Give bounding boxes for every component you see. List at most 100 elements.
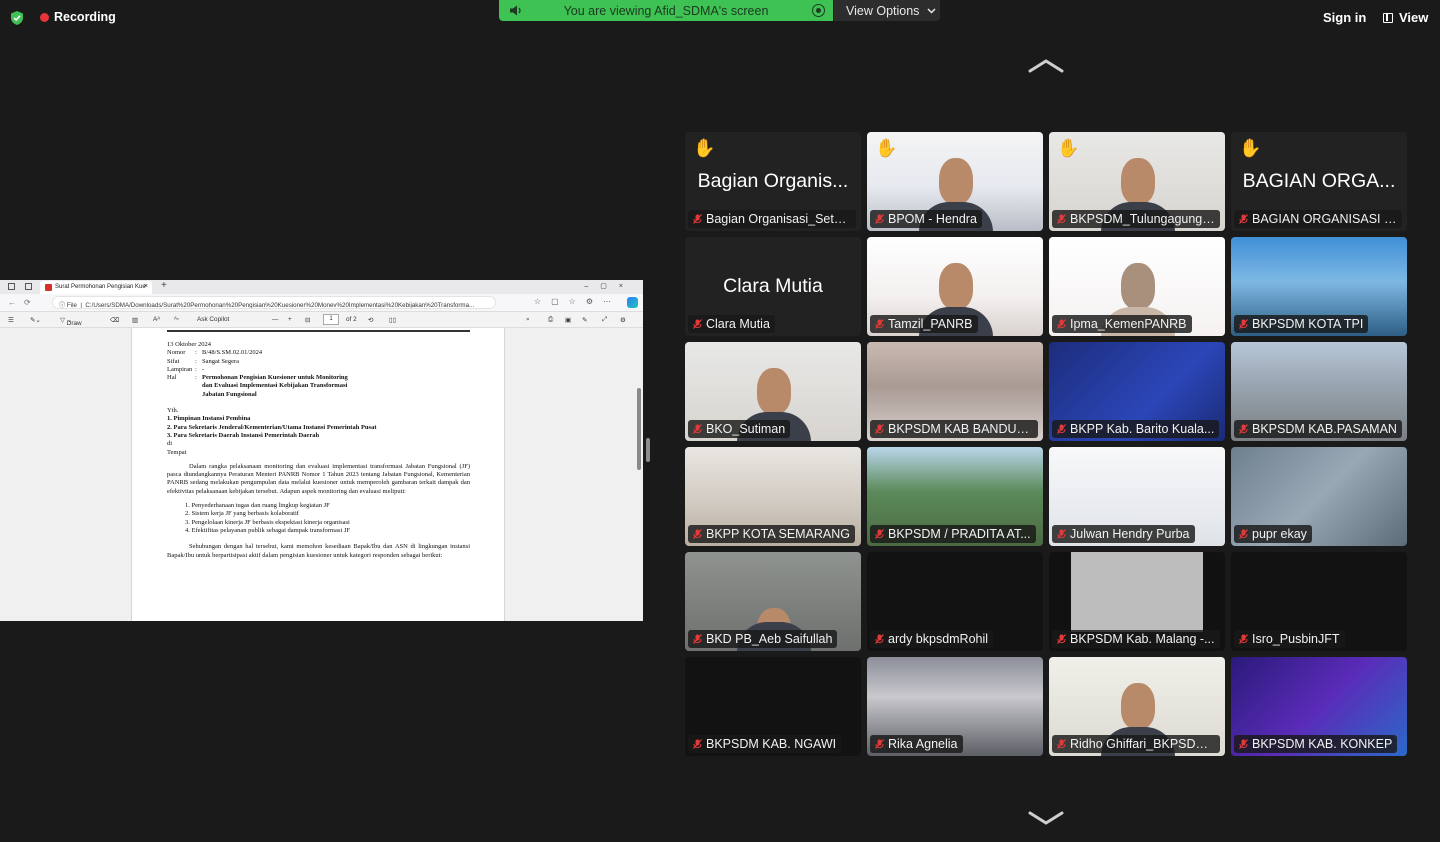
muted-mic-icon xyxy=(1239,424,1248,434)
muted-mic-icon xyxy=(693,214,702,224)
pdf-scrollbar[interactable] xyxy=(637,388,641,470)
page-view-icon[interactable]: ▥ xyxy=(132,316,138,324)
page-number-input[interactable]: 1 xyxy=(323,314,339,325)
participant-name-label: BAGIAN ORGANISASI K... xyxy=(1234,210,1402,228)
browser-tab[interactable]: Surat Permohonan Pengisian Kue × xyxy=(40,281,152,294)
save-icon[interactable]: ▣ xyxy=(565,316,571,324)
participant-tile[interactable]: ✋ BPOM - Hendra xyxy=(867,132,1043,231)
participant-tile[interactable]: BKPSDM Kab. Malang -... xyxy=(1049,552,1225,651)
muted-mic-icon xyxy=(1057,634,1066,644)
participant-display-name: Bagian Organis... xyxy=(697,170,849,192)
recording-label: Recording xyxy=(54,10,116,24)
address-bar[interactable]: ⓘ File | C:/Users/SDMA/Downloads/Surat%2… xyxy=(52,296,496,309)
two-page-icon[interactable]: ▯▯ xyxy=(389,316,396,324)
participant-tile[interactable]: Clara Mutia Clara Mutia xyxy=(685,237,861,336)
tab-actions-icon[interactable] xyxy=(25,283,32,290)
gallery-page-up-icon[interactable] xyxy=(1028,58,1064,74)
participant-tile[interactable]: Ridho Ghiffari_BKPSDM... xyxy=(1049,657,1225,756)
participant-tile[interactable]: BKPSDM KAB. KONKEP xyxy=(1231,657,1407,756)
lampiran-value: - xyxy=(202,365,205,373)
fullscreen-icon[interactable]: ⤢ xyxy=(602,316,607,324)
participant-tile[interactable]: ardy bkpsdmRohil xyxy=(867,552,1043,651)
copilot-icon[interactable] xyxy=(627,297,638,308)
participant-tile[interactable]: Ipma_KemenPANRB xyxy=(1049,237,1225,336)
search-icon[interactable]: ⌕ xyxy=(526,316,530,324)
participant-tile[interactable]: Julwan Hendry Purba xyxy=(1049,447,1225,546)
security-shield-icon[interactable] xyxy=(9,10,25,26)
navigation-icons[interactable]: ←⟳ xyxy=(8,298,39,307)
participant-name-label: BKPSDM KAB. KONKEP xyxy=(1234,735,1398,753)
print-icon[interactable]: ⎙ xyxy=(548,316,553,324)
di-label: di xyxy=(167,440,173,448)
letter-date: 13 Oktober 2024 xyxy=(167,341,212,348)
raised-hand-icon: ✋ xyxy=(1057,138,1080,158)
translate-icon[interactable]: ᴬ▫ xyxy=(174,316,179,323)
tempat-label: Tempat xyxy=(167,448,187,456)
participant-tile[interactable]: BKD PB_Aeb Saifullah xyxy=(685,552,861,651)
participant-name-label: Tamzil_PANRB xyxy=(870,315,978,333)
muted-mic-icon xyxy=(1239,319,1248,329)
participant-tile[interactable]: Tamzil_PANRB xyxy=(867,237,1043,336)
participant-face xyxy=(1121,683,1155,729)
viewing-screen-label: You are viewing Afid_SDMA's screen xyxy=(563,3,769,18)
erase-icon[interactable]: ⌫ xyxy=(110,316,119,324)
sign-in-button[interactable]: Sign in xyxy=(1323,10,1366,25)
draw-label: Draw xyxy=(66,320,82,327)
muted-mic-icon xyxy=(1239,634,1248,644)
view-button[interactable]: View xyxy=(1383,10,1428,25)
viewing-screen-banner: You are viewing Afid_SDMA's screen xyxy=(499,0,833,21)
paragraph-2: Sehubungan dengan hal tersebut, kami mem… xyxy=(167,543,470,559)
participant-tile[interactable]: BKO_Sutiman xyxy=(685,342,861,441)
participant-tile[interactable]: BKPP Kab. Barito Kuala... xyxy=(1049,342,1225,441)
ask-copilot-button[interactable]: Ask Copilot xyxy=(197,316,229,323)
close-tab-icon[interactable]: × xyxy=(144,283,148,290)
participant-tile[interactable]: BKPSDM KAB BANDUN... xyxy=(867,342,1043,441)
lampiran-label: Lampiran xyxy=(167,365,193,373)
rotate-icon[interactable]: ⟲ xyxy=(368,316,373,324)
draw-tool[interactable]: ▽ Draw ⌄ xyxy=(60,316,82,327)
highlight-icon[interactable]: ✎⌄ xyxy=(30,316,41,324)
participant-tile[interactable]: Rika Agnelia xyxy=(867,657,1043,756)
view-options-label: View Options xyxy=(846,3,920,18)
recording-indicator[interactable]: Recording xyxy=(40,10,116,24)
view-options-button[interactable]: View Options xyxy=(834,0,940,21)
participant-tile[interactable]: Bagian Organis... ✋ Bagian Organisasi_Setd… xyxy=(685,132,861,231)
participant-tile[interactable]: BKPSDM KOTA TPI xyxy=(1231,237,1407,336)
participant-name-label: BKPSDM Kab. Malang -... xyxy=(1052,630,1220,648)
split-view-handle[interactable] xyxy=(646,438,650,462)
muted-mic-icon xyxy=(875,634,884,644)
participant-name-label: Ridho Ghiffari_BKPSDM... xyxy=(1052,735,1220,753)
participant-name-label: BKD PB_Aeb Saifullah xyxy=(688,630,838,648)
stop-viewing-icon[interactable] xyxy=(812,4,825,17)
shared-screen[interactable]: Surat Permohonan Pengisian Kue × + –▢× ←… xyxy=(0,280,643,621)
zoom-out-icon[interactable]: — xyxy=(272,316,278,323)
participant-name-label: BKPSDM KAB. NGAWI xyxy=(688,735,842,753)
participant-tile[interactable]: BKPSDM / PRADITA AT... xyxy=(867,447,1043,546)
contents-icon[interactable]: ☰ xyxy=(8,316,14,324)
gallery-page-down-icon[interactable] xyxy=(1028,810,1064,826)
participant-name-label: BKPP Kab. Barito Kuala... xyxy=(1052,420,1220,438)
fit-page-icon[interactable]: ⊟ xyxy=(305,316,310,324)
window-controls[interactable]: –▢× xyxy=(584,282,635,290)
pdf-viewer[interactable]: 13 Oktober 2024 Nomor: B/48/S.SM.02.01/20… xyxy=(0,328,643,621)
aspect-item: 2. Sistem kerja JF yang berbasis kolabor… xyxy=(185,510,299,518)
participant-tile[interactable]: BKPSDM KAB. NGAWI xyxy=(685,657,861,756)
raised-hand-icon: ✋ xyxy=(875,138,898,158)
participant-tile[interactable]: BKPSDM KAB.PASAMAN xyxy=(1231,342,1407,441)
browser-toolbar-icons[interactable]: ☆▢☆⚙⋯ xyxy=(534,297,621,306)
sifat-label: Sifat xyxy=(167,357,180,365)
sifat-value: Sangat Segera xyxy=(202,357,240,365)
hal-label: Hal xyxy=(167,374,177,382)
participant-tile[interactable]: ✋ BKPSDM_Tulungagung_... xyxy=(1049,132,1225,231)
new-tab-icon[interactable]: + xyxy=(161,280,167,291)
save-as-icon[interactable]: ✎ xyxy=(582,316,587,324)
participant-tile[interactable]: Isro_PusbinJFT xyxy=(1231,552,1407,651)
settings-icon[interactable]: ⚙ xyxy=(620,316,626,324)
participant-tile[interactable]: pupr ekay xyxy=(1231,447,1407,546)
zoom-in-icon[interactable]: + xyxy=(288,316,292,323)
read-aloud-icon[interactable]: Aᴬ xyxy=(153,316,160,323)
workspaces-icon[interactable] xyxy=(8,283,15,290)
participant-tile[interactable]: BKPP KOTA SEMARANG xyxy=(685,447,861,546)
participant-tile[interactable]: BAGIAN ORGA... ✋ BAGIAN ORGANISASI K... xyxy=(1231,132,1407,231)
muted-mic-icon xyxy=(693,319,702,329)
